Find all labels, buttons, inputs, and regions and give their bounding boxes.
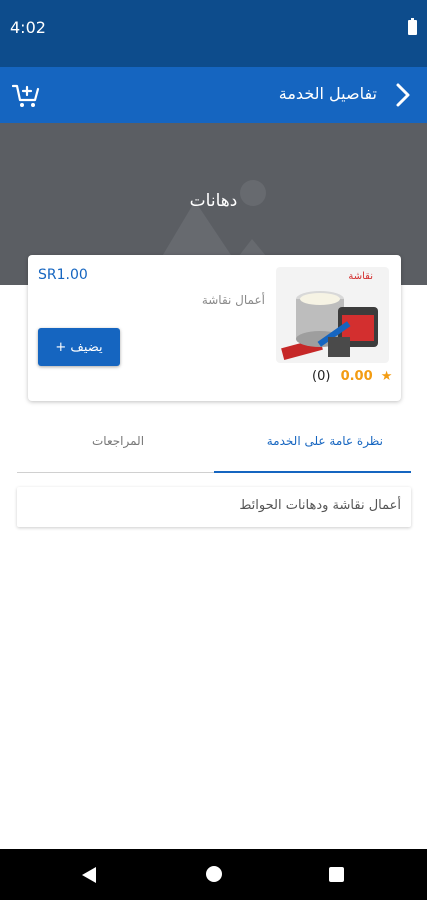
status-bar: 4:02 bbox=[0, 0, 427, 67]
chevron-right-icon[interactable] bbox=[389, 81, 415, 109]
cart-add-icon[interactable] bbox=[12, 81, 40, 109]
rating: (0) 0.00 ★ bbox=[312, 369, 392, 384]
overview-panel: أعمال نقاشة ودهانات الحوائط bbox=[17, 487, 411, 527]
page-title: تفاصيل الخدمة bbox=[278, 84, 377, 103]
app-bar: تفاصيل الخدمة bbox=[0, 67, 427, 123]
overview-text: أعمال نقاشة ودهانات الحوائط bbox=[239, 498, 401, 513]
banner-title: دهانات bbox=[189, 191, 238, 211]
tab-overview[interactable]: نظرة عامة على الخدمة bbox=[267, 434, 383, 448]
nav-recent-icon[interactable] bbox=[329, 867, 344, 882]
nav-back-icon[interactable] bbox=[80, 866, 98, 884]
add-button[interactable]: يضيف + bbox=[38, 328, 120, 366]
service-description: أعمال نقاشة bbox=[201, 293, 265, 307]
system-nav-bar bbox=[0, 849, 427, 900]
battery-icon bbox=[408, 18, 417, 35]
tab-reviews[interactable]: المراجعات bbox=[92, 434, 144, 448]
image-label: نقاشة bbox=[348, 271, 373, 282]
rating-count: (0) bbox=[312, 369, 331, 384]
service-image: نقاشة bbox=[276, 267, 389, 363]
rating-value: 0.00 bbox=[340, 369, 373, 384]
status-time: 4:02 bbox=[10, 18, 46, 37]
star-icon: ★ bbox=[380, 369, 393, 384]
service-price: SR1.00 bbox=[38, 267, 88, 283]
tab-indicator bbox=[214, 471, 411, 473]
nav-home-icon[interactable] bbox=[206, 866, 222, 882]
service-card: SR1.00 أعمال نقاشة يضيف + نقاشة (0) 0.00… bbox=[28, 255, 401, 401]
